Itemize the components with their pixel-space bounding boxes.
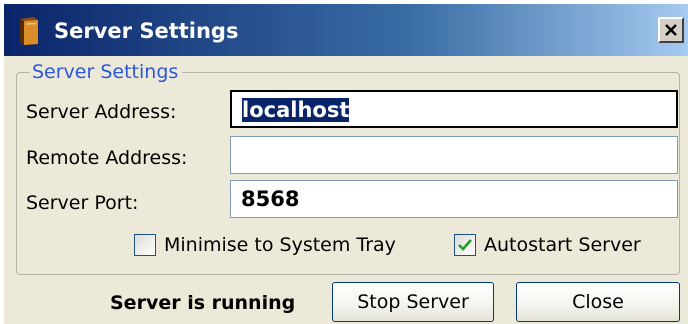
- minimise-to-tray-label: Minimise to System Tray: [164, 234, 396, 256]
- close-icon: [665, 24, 677, 36]
- book-icon: [16, 16, 44, 46]
- autostart-server-checkbox[interactable]: [454, 234, 476, 256]
- server-address-field[interactable]: localhost: [230, 90, 678, 128]
- remote-address-label: Remote Address:: [26, 147, 188, 169]
- server-address-value: localhost: [242, 98, 350, 122]
- minimise-to-tray-checkbox[interactable]: [134, 234, 156, 256]
- server-address-label: Server Address:: [26, 101, 177, 123]
- group-legend: Server Settings: [30, 60, 183, 84]
- server-settings-window: Server Settings Server Settings Server A…: [4, 4, 688, 324]
- close-window-button[interactable]: [658, 17, 684, 43]
- stop-server-button[interactable]: Stop Server: [332, 282, 494, 322]
- server-status: Server is running: [110, 292, 296, 314]
- autostart-server-option[interactable]: Autostart Server: [454, 232, 641, 258]
- server-port-value: 8568: [241, 187, 300, 211]
- server-port-field[interactable]: 8568: [230, 180, 678, 218]
- title-bar[interactable]: Server Settings: [4, 4, 688, 56]
- remote-address-field[interactable]: [230, 136, 678, 174]
- server-port-label: Server Port:: [26, 192, 139, 214]
- close-button[interactable]: Close: [516, 282, 680, 322]
- autostart-server-label: Autostart Server: [484, 234, 641, 256]
- checkmark-icon: [458, 239, 472, 251]
- minimise-to-tray-option[interactable]: Minimise to System Tray: [134, 232, 396, 258]
- window-title: Server Settings: [54, 19, 239, 43]
